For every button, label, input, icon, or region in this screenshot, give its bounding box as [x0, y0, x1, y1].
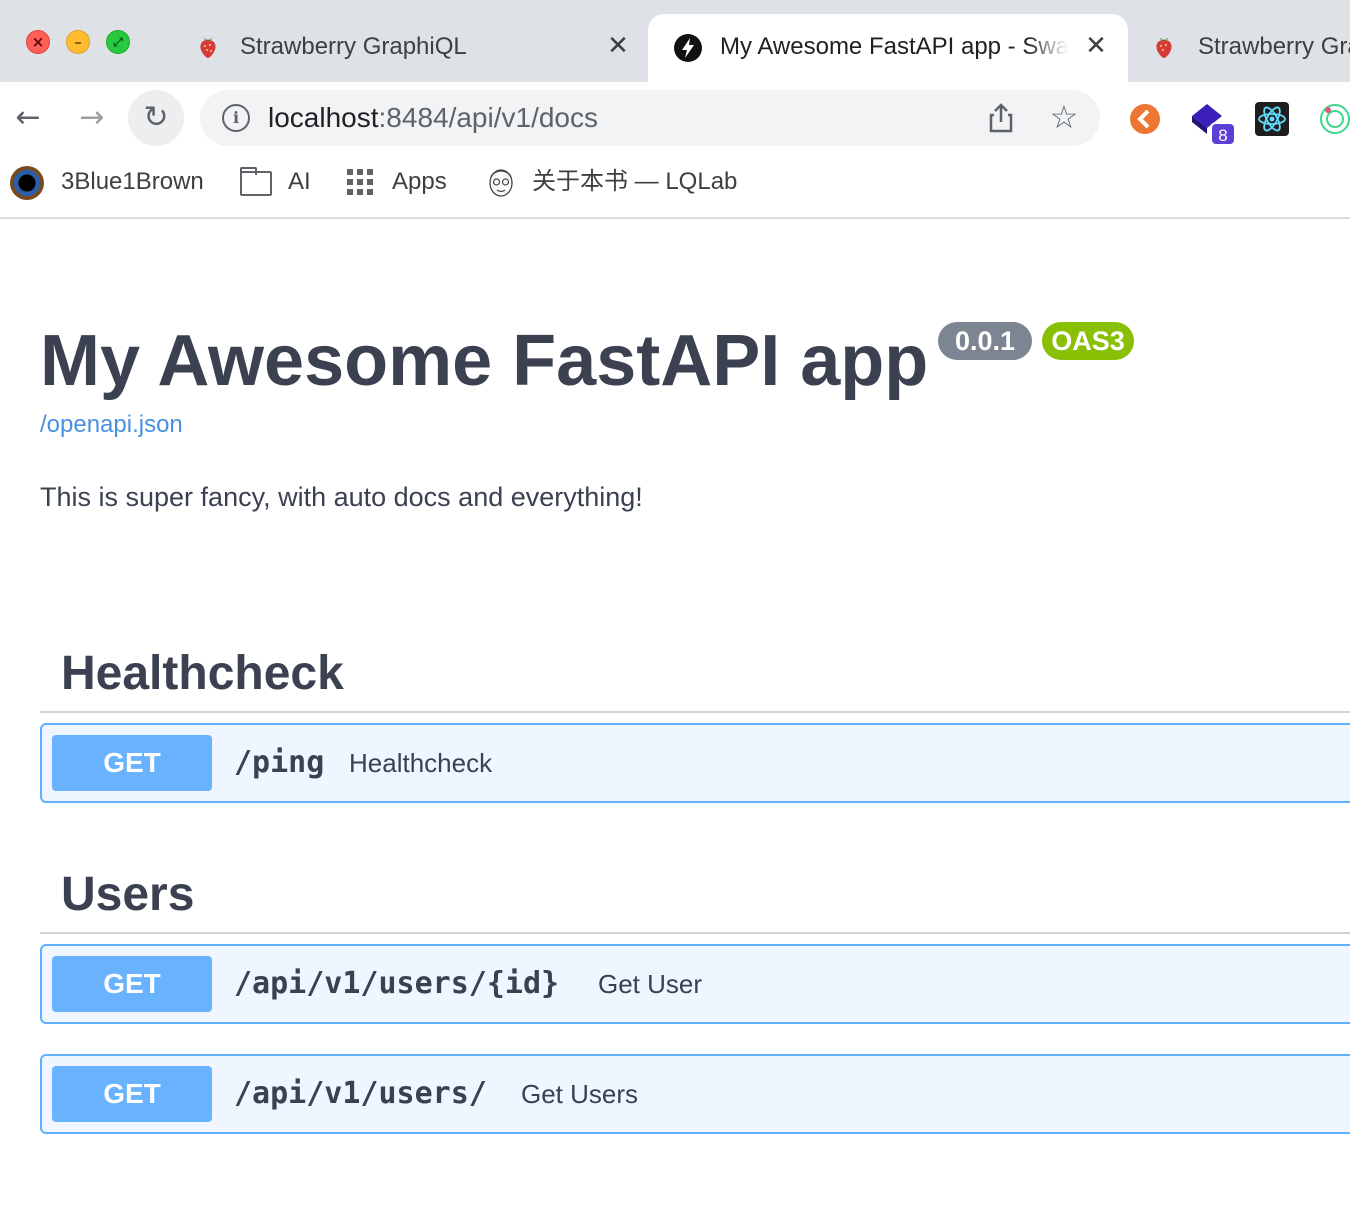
- extension-orange-icon[interactable]: [1128, 102, 1162, 136]
- bookmark-3blue1brown[interactable]: 3Blue1Brown: [61, 166, 204, 198]
- minimize-icon: –: [74, 33, 82, 51]
- tag-title[interactable]: Healthcheck: [61, 645, 344, 703]
- share-icon[interactable]: [986, 102, 1016, 134]
- tab-title: My Awesome FastAPI app - Swagger UI: [720, 33, 1068, 60]
- tab-title: Strawberry GraphiQL: [240, 33, 467, 60]
- react-devtools-icon[interactable]: [1255, 102, 1289, 136]
- bookmark-apps[interactable]: Apps: [392, 166, 447, 198]
- operation-path: /ping: [234, 745, 325, 780]
- operation-get-user[interactable]: GET /api/v1/users/{id} Get User: [40, 944, 1350, 1024]
- forward-button[interactable]: →: [64, 90, 120, 146]
- operation-summary: Get Users: [521, 1079, 639, 1109]
- strawberry-icon: [1150, 32, 1178, 60]
- tab-strawberry-graphiql-2[interactable]: Strawberry GraphiQL: [1136, 14, 1350, 82]
- operation-summary: Healthcheck: [349, 748, 493, 778]
- bookmark-folder-ai[interactable]: AI: [288, 166, 311, 198]
- tab-title: Strawberry GraphiQL: [1198, 33, 1350, 60]
- apps-grid-icon: [346, 168, 374, 196]
- oas-badge: OAS3: [1042, 322, 1134, 360]
- tab-close-icon[interactable]: ✕: [603, 31, 633, 61]
- url-host: localhost: [268, 102, 379, 133]
- bookmark-lqlab[interactable]: 关于本书 — LQLab: [532, 166, 737, 198]
- site-info-icon[interactable]: i: [222, 104, 250, 132]
- browser-toolbar: ← → ↻ i localhost:8484/api/v1/docs ☆ 8: [0, 82, 1350, 154]
- window-minimize-button[interactable]: –: [66, 30, 90, 54]
- http-method-badge: GET: [52, 1066, 212, 1122]
- reload-button[interactable]: ↻: [128, 90, 184, 146]
- api-description: This is super fancy, with auto docs and …: [40, 482, 643, 512]
- operation-summary: Get User: [598, 969, 703, 999]
- tab-strawberry-graphiql[interactable]: Strawberry GraphiQL ✕: [180, 14, 646, 82]
- window-close-button[interactable]: ×: [26, 30, 50, 54]
- bookmarks-bar: 3Blue1Brown AI Apps 关于本书 — LQLab: [0, 154, 1350, 219]
- 3blue1brown-icon: [10, 166, 44, 200]
- extension-green-icon[interactable]: [1318, 102, 1350, 136]
- operation-get-ping[interactable]: GET /ping Healthcheck: [40, 723, 1350, 803]
- openapi-json-link[interactable]: /openapi.json: [40, 410, 183, 440]
- http-method-badge: GET: [52, 956, 212, 1012]
- tab-close-icon[interactable]: ✕: [1081, 31, 1111, 61]
- bookmark-star-icon[interactable]: ☆: [1048, 100, 1080, 134]
- url-text[interactable]: localhost:8484/api/v1/docs: [268, 102, 598, 134]
- address-bar[interactable]: i localhost:8484/api/v1/docs ☆: [200, 90, 1100, 146]
- tab-strip: × – ⤢ Strawberry GraphiQL ✕ My Awesome F…: [0, 0, 1350, 82]
- url-path: :8484/api/v1/docs: [378, 102, 599, 133]
- api-title: My Awesome FastAPI app: [40, 321, 929, 401]
- back-button[interactable]: ←: [0, 90, 56, 146]
- strawberry-icon: [194, 32, 222, 60]
- tag-section-users[interactable]: Users: [40, 844, 1350, 934]
- extension-count-badge: 8: [1210, 122, 1236, 146]
- operation-path: /api/v1/users/{id}: [234, 966, 560, 1001]
- version-badge: 0.0.1: [938, 322, 1032, 360]
- face-sketch-icon: [484, 165, 518, 199]
- folder-icon: [240, 167, 272, 196]
- http-method-badge: GET: [52, 735, 212, 791]
- tab-fastapi-docs[interactable]: My Awesome FastAPI app - Swagger UI ✕: [648, 14, 1128, 82]
- tag-title[interactable]: Users: [61, 866, 194, 924]
- maximize-icon: ⤢: [113, 35, 123, 49]
- tag-section-healthcheck[interactable]: Healthcheck: [40, 623, 1350, 713]
- operation-path: /api/v1/users/: [234, 1076, 487, 1111]
- close-icon: ×: [31, 33, 45, 51]
- window-maximize-button[interactable]: ⤢: [106, 30, 130, 54]
- bolt-icon: [674, 34, 702, 62]
- operation-get-users[interactable]: GET /api/v1/users/ Get Users: [40, 1054, 1350, 1134]
